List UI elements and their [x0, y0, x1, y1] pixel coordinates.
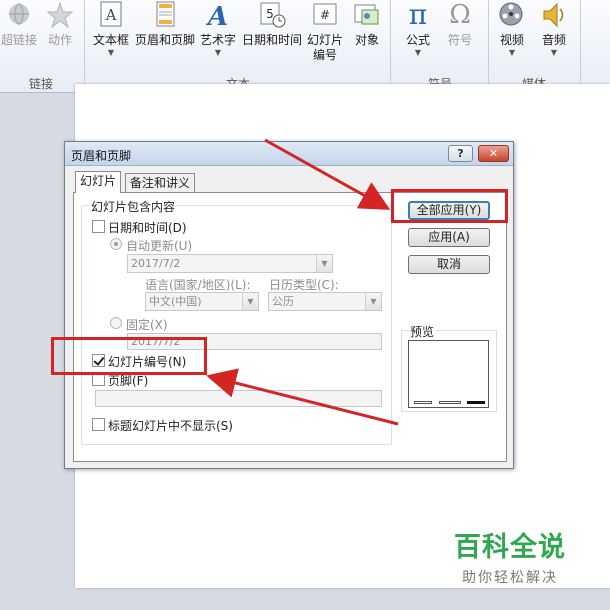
- fixed-date-label: 固定(X): [126, 318, 168, 332]
- svg-text:A: A: [105, 6, 117, 24]
- calendar-type-select[interactable]: 公历 ▼: [268, 292, 382, 311]
- date-time-checkbox[interactable]: [92, 220, 105, 233]
- dialog-title: 页眉和页脚: [71, 149, 132, 163]
- chevron-down-icon: ▼: [550, 48, 558, 57]
- chevron-down-icon: ▼: [365, 293, 381, 310]
- apply-button[interactable]: 应用(A): [408, 228, 490, 247]
- ribbon-separator: [84, 0, 85, 90]
- action-star-icon: [45, 0, 75, 30]
- auto-update-radio[interactable]: [110, 238, 122, 250]
- pi-equation-icon: π: [408, 0, 428, 31]
- auto-update-date-select[interactable]: 2017/7/2 ▼: [127, 254, 333, 273]
- preview-footer-placeholder: [439, 401, 461, 404]
- wordart-button[interactable]: A 艺术字 ▼: [198, 0, 238, 58]
- svg-text:5: 5: [266, 7, 274, 21]
- hyperlink-globe-icon: [4, 0, 34, 30]
- video-reel-icon: [497, 0, 527, 30]
- equation-button[interactable]: π 公式 ▼: [400, 0, 436, 58]
- dialog-titlebar[interactable]: 页眉和页脚 ? ✕: [65, 142, 513, 166]
- help-icon: ?: [457, 147, 464, 160]
- svg-text:#: #: [320, 8, 330, 22]
- calendar-type-label: 日历类型(C):: [269, 278, 339, 292]
- date-time-label: 日期和时间(D): [108, 221, 187, 235]
- textbox-button[interactable]: A 文本框 ▼: [90, 0, 132, 58]
- object-icon: [352, 0, 382, 30]
- header-footer-button[interactable]: 页眉和页脚: [134, 0, 196, 48]
- header-footer-icon: [150, 0, 180, 30]
- chevron-down-icon: ▼: [242, 293, 258, 310]
- fixed-date-radio[interactable]: [110, 317, 122, 329]
- close-icon: ✕: [488, 147, 499, 160]
- wordart-icon: A: [203, 0, 233, 32]
- tab-slide[interactable]: 幻灯片: [75, 171, 122, 193]
- ribbon-separator: [488, 0, 489, 90]
- video-button[interactable]: 视频 ▼: [494, 0, 530, 58]
- slide-number-icon: #: [310, 0, 340, 30]
- object-button[interactable]: 对象: [350, 0, 384, 48]
- close-button[interactable]: ✕: [478, 145, 509, 162]
- preview-label: 预览: [408, 323, 437, 340]
- chevron-down-icon: ▼: [214, 48, 222, 57]
- auto-update-label: 自动更新(U): [126, 239, 193, 253]
- chevron-down-icon: ▼: [508, 48, 516, 57]
- ribbon: 超链接 动作 链接 A 文本框 ▼ 页眉和页脚 A 艺术字 ▼ 5 日期和时间: [0, 0, 610, 93]
- watermark: 百科全说 助你轻松解决: [450, 525, 570, 587]
- watermark-subtitle: 助你轻松解决: [462, 570, 558, 586]
- hyperlink-button[interactable]: 超链接: [0, 0, 38, 48]
- language-select[interactable]: 中文(中国) ▼: [145, 292, 259, 311]
- chevron-down-icon: ▼: [414, 48, 422, 57]
- speaker-icon: [539, 0, 569, 30]
- symbol-button[interactable]: Ω 符号: [442, 0, 478, 48]
- language-label: 语言(国家/地区)(L):: [145, 278, 251, 292]
- action-button[interactable]: 动作: [44, 0, 76, 48]
- omega-symbol-icon: Ω: [449, 0, 471, 30]
- preview-date-placeholder: [414, 401, 432, 404]
- hide-on-title-slide-label: 标题幻灯片中不显示(S): [108, 419, 233, 433]
- ribbon-separator: [580, 0, 581, 90]
- apply-all-highlight-box: [391, 189, 508, 223]
- watermark-title: 百科全说: [454, 532, 566, 563]
- svg-text:A: A: [205, 2, 228, 30]
- textbox-icon: A: [96, 0, 126, 30]
- footer-text-input[interactable]: [95, 390, 382, 407]
- include-on-slide-title: 幻灯片包含内容: [89, 198, 178, 215]
- ribbon-separator: [390, 0, 391, 90]
- slide-number-highlight-box: [51, 337, 207, 375]
- date-time-icon: 5: [257, 0, 287, 30]
- slide-number-button[interactable]: # 幻灯片 编号: [306, 0, 344, 63]
- date-time-button[interactable]: 5 日期和时间: [240, 0, 304, 48]
- hide-on-title-slide-checkbox[interactable]: [92, 418, 105, 431]
- audio-button[interactable]: 音频 ▼: [536, 0, 572, 58]
- chevron-down-icon: ▼: [316, 255, 332, 272]
- preview-slide-thumbnail: [408, 340, 489, 408]
- group-label-links: 链接: [28, 77, 53, 91]
- help-button[interactable]: ?: [448, 145, 473, 162]
- preview-slide-number-placeholder: [467, 401, 485, 404]
- tab-notes-handouts[interactable]: 备注和讲义: [125, 173, 196, 193]
- cancel-button[interactable]: 取消: [408, 255, 490, 274]
- chevron-down-icon: ▼: [107, 48, 115, 57]
